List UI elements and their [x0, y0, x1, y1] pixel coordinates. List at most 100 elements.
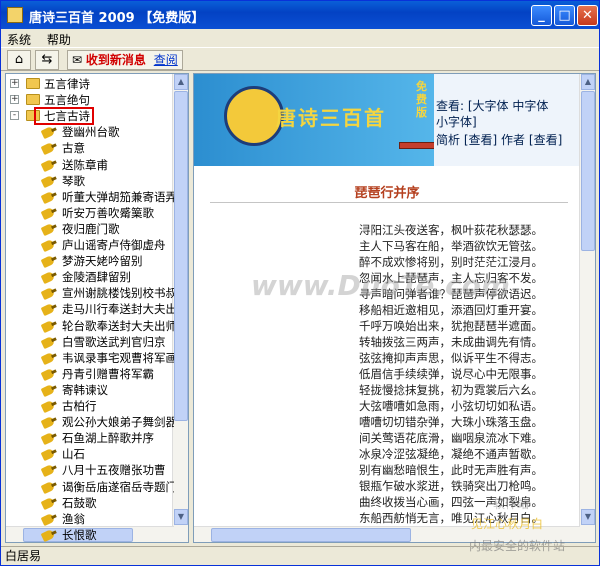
- scroll-down-icon[interactable]: ▼: [581, 509, 595, 525]
- quill-icon: [40, 126, 56, 140]
- app-icon: [7, 7, 23, 23]
- toolbar: ⌂ ⇆ ✉ 收到新消息 查阅: [1, 47, 599, 71]
- home-icon[interactable]: ⌂: [7, 50, 31, 70]
- poem-list-label: 石鱼湖上醉歌并序: [62, 431, 154, 446]
- close-button[interactable]: ✕: [577, 5, 598, 26]
- view-message-link[interactable]: 查阅: [154, 53, 178, 67]
- poem-list-label: 丹青引赠曹将军霸: [62, 366, 154, 381]
- tree-scroll-thumb[interactable]: [174, 91, 188, 421]
- poem-list-item[interactable]: 石鼓歌: [6, 495, 174, 511]
- poem-list-item[interactable]: 观公孙大娘弟子舞剑器行: [6, 414, 174, 430]
- selected-item-highlight: [38, 541, 118, 542]
- poem-list-item[interactable]: 白雪歌送武判官归京: [6, 334, 174, 350]
- poem-list-label: 送陈章甫: [62, 157, 108, 172]
- poem-list-item[interactable]: 梦游天姥吟留别: [6, 253, 174, 269]
- poem-line: 曲终收拨当心画，四弦一声如裂帛。: [359, 495, 543, 509]
- poem-list-item[interactable]: 宣州谢朓楼饯别校书叔云: [6, 285, 174, 301]
- content-scroll-thumb[interactable]: [581, 91, 595, 251]
- poem-list-label: 寄韩谏议: [62, 382, 108, 397]
- content-vertical-scrollbar[interactable]: ▲ ▼: [579, 74, 595, 542]
- tree-folder[interactable]: + 五言绝句: [6, 92, 174, 108]
- poem-list-item[interactable]: 庐山谣寄卢侍御虚舟: [6, 237, 174, 253]
- poem-list-item[interactable]: 古意: [6, 140, 174, 156]
- quill-icon: [40, 367, 56, 381]
- poem-list-item[interactable]: 山石: [6, 446, 174, 462]
- open-folder-highlight: [34, 107, 94, 126]
- analysis-view-link[interactable]: [查看]: [464, 133, 497, 147]
- minimize-button[interactable]: _: [531, 5, 552, 26]
- poem-list-item[interactable]: 金陵酒肆留别: [6, 269, 174, 285]
- scroll-up-icon[interactable]: ▲: [174, 74, 188, 90]
- quill-icon: [40, 287, 56, 301]
- watermark-corner: 软件站: [493, 497, 530, 511]
- poem-list-item[interactable]: 听董大弹胡笳兼寄语弄房: [6, 189, 174, 205]
- poem-list-item[interactable]: 八月十五夜赠张功曹: [6, 462, 174, 478]
- sync-icon[interactable]: ⇆: [35, 50, 59, 70]
- quill-icon: [40, 158, 56, 172]
- tree-folder-label: 五言绝句: [44, 93, 90, 108]
- free-edition-mark: 免费版: [416, 80, 427, 119]
- tree-vertical-scrollbar[interactable]: ▲ ▼: [172, 74, 188, 542]
- poem-line: 低眉信手续续弹，说尽心中无限事。: [359, 367, 543, 381]
- poem-line: 弦弦掩抑声声思，似诉平生不得志。: [359, 351, 543, 365]
- quill-icon: [40, 142, 56, 156]
- poem-line: 转轴拨弦三两声，未成曲调先有情。: [359, 335, 543, 349]
- poem-list-label: 古意: [62, 141, 85, 156]
- author-view-link[interactable]: [查看]: [529, 133, 562, 147]
- poem-tree[interactable]: ▲ ▼ + 五言律诗 + 五言绝句 - 七言古诗 登幽州台歌 古意 送陈章甫 琴歌 听董大弹胡笳兼寄…: [5, 73, 189, 543]
- view-label: 查看:: [436, 99, 465, 113]
- tree-folder[interactable]: + 五言律诗: [6, 76, 174, 92]
- poem-list-label: 白雪歌送武判官归京: [62, 334, 166, 349]
- watermark: www.DuoTe.com: [251, 269, 510, 302]
- scroll-down-icon[interactable]: ▼: [174, 509, 188, 525]
- poem-list-item[interactable]: 寄韩谏议: [6, 382, 174, 398]
- poem-list-item[interactable]: 走马川行奉送封大夫出师: [6, 301, 174, 317]
- poem-list-label: 山石: [62, 447, 85, 462]
- poem-list-item[interactable]: 听安万善吹觱篥歌: [6, 205, 174, 221]
- banner-logo: 唐诗三百首 免费版: [194, 74, 435, 166]
- font-large-button[interactable]: [大字体: [468, 99, 509, 113]
- quill-icon: [40, 206, 56, 220]
- poem-list-item[interactable]: 长恨歌: [6, 527, 174, 542]
- poem-line: 醉不成欢惨将别，别时茫茫江浸月。: [359, 255, 543, 269]
- poem-list-label: 金陵酒肆留别: [62, 270, 131, 285]
- scroll-up-icon[interactable]: ▲: [581, 74, 595, 90]
- poem-line: 移船相近邀相见，添酒回灯重开宴。: [359, 303, 543, 317]
- font-medium-button[interactable]: 中字体: [512, 99, 548, 113]
- status-text: 白居易: [5, 549, 42, 563]
- poem-list-label: 庐山谣寄卢侍御虚舟: [62, 238, 166, 252]
- poem-list-item[interactable]: 古柏行: [6, 398, 174, 414]
- message-notice: ✉ 收到新消息 查阅: [67, 50, 183, 70]
- banner: 唐诗三百首 免费版 查看: [大字体 中字体 小字体] 简析 [查看] 作者 […: [194, 74, 580, 166]
- poem-list-label: 宣州谢朓楼饯别校书叔云: [62, 286, 174, 301]
- poem-list-item[interactable]: 送陈章甫: [6, 157, 174, 173]
- title-bar: 唐诗三百首 2009 【免费版】 _ □ ✕: [1, 1, 599, 29]
- poem-list-item[interactable]: 石鱼湖上醉歌并序: [6, 430, 174, 446]
- poem-list-item[interactable]: 夜归鹿门歌: [6, 221, 174, 237]
- quill-icon: [40, 174, 56, 188]
- poem-line: 嘈嘈切切错杂弹，大珠小珠落玉盘。: [359, 415, 543, 429]
- poem-list-item[interactable]: 琴歌: [6, 173, 174, 189]
- book-icon: [399, 142, 435, 149]
- poem-list-item[interactable]: 谒衡岳庙遂宿岳寺题门楼: [6, 479, 174, 495]
- maximize-button[interactable]: □: [554, 5, 575, 26]
- quill-icon: [40, 303, 56, 317]
- poem-list-label: 谒衡岳庙遂宿岳寺题门楼: [62, 479, 174, 494]
- poem-list-item[interactable]: 登幽州台歌: [6, 124, 174, 140]
- quill-icon: [40, 254, 56, 269]
- font-small-button[interactable]: 小字体]: [436, 115, 477, 129]
- quill-icon: [40, 383, 56, 398]
- poem-list-label: 登幽州台歌: [62, 125, 120, 140]
- content-hscroll-thumb[interactable]: [211, 528, 411, 542]
- expand-icon[interactable]: +: [10, 79, 19, 88]
- poem-list-label: 石鼓歌: [62, 495, 97, 510]
- expand-icon[interactable]: +: [10, 95, 19, 105]
- collapse-icon[interactable]: -: [10, 111, 19, 121]
- poem-list-item[interactable]: 丹青引赠曹将军霸: [6, 366, 174, 382]
- quill-icon: [40, 222, 56, 237]
- poem-list-item[interactable]: 轮台歌奉送封大夫出师西: [6, 318, 174, 334]
- analysis-label: 简析: [436, 133, 461, 147]
- poem-list-item[interactable]: 韦讽录事宅观曹将军画马: [6, 350, 174, 366]
- menu-bar: 系统 帮助: [1, 29, 599, 47]
- poem-list-item[interactable]: 渔翁: [6, 511, 174, 527]
